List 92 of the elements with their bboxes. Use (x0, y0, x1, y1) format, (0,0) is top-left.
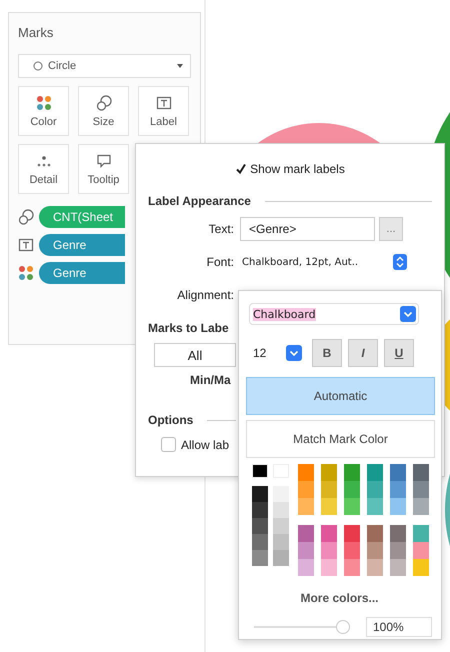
color-swatch[interactable] (344, 542, 360, 559)
check-icon (235, 163, 248, 175)
italic-button[interactable]: I (348, 339, 378, 367)
color-swatch[interactable] (367, 525, 383, 542)
more-colors-link[interactable]: More colors... (246, 591, 433, 605)
color-swatch[interactable] (321, 464, 337, 481)
section-heading: Options (148, 413, 194, 427)
circle-icon (33, 61, 43, 71)
tooltip-button[interactable]: Tooltip (78, 144, 129, 194)
color-swatch[interactable] (367, 559, 383, 576)
color-swatch[interactable] (413, 498, 429, 515)
field-label: Alignment: (176, 288, 234, 302)
color-swatch[interactable] (298, 481, 314, 498)
color-swatch[interactable] (273, 486, 289, 502)
color-swatch[interactable] (390, 498, 406, 515)
font-size-select[interactable]: 12 (246, 345, 302, 361)
four-dots-icon (18, 265, 34, 281)
underline-button[interactable]: U (384, 339, 414, 367)
color-swatch[interactable] (273, 518, 289, 534)
slider-thumb[interactable] (336, 620, 350, 634)
color-swatch[interactable] (273, 550, 289, 566)
section-heading: Label Appearance (148, 194, 251, 208)
checkbox-label: Allow lab (181, 438, 230, 452)
text-box-icon (156, 94, 172, 110)
opacity-field[interactable]: 100% (366, 617, 432, 637)
checkbox[interactable] (161, 437, 176, 452)
color-mode-option[interactable]: Match Mark Color (246, 420, 435, 458)
mark-type-dropdown[interactable]: Circle (18, 54, 191, 78)
color-swatch[interactable] (252, 486, 268, 502)
color-swatch[interactable] (252, 518, 268, 534)
font-select[interactable]: Chalkboard, 12pt, Aut.. (240, 251, 407, 273)
color-swatch[interactable] (298, 525, 314, 542)
checkbox-label: Show mark labels (250, 162, 345, 176)
speech-bubble-icon (96, 152, 112, 168)
mark-type-label: Circle (48, 60, 78, 72)
color-swatch[interactable] (321, 498, 337, 515)
field-label: Font: (206, 255, 234, 269)
color-swatch[interactable] (413, 481, 429, 498)
color-swatch[interactable] (413, 525, 429, 542)
color-mode-option[interactable]: Automatic (246, 377, 435, 415)
four-dots-icon (36, 94, 52, 110)
text-field[interactable]: <Genre> (240, 217, 375, 241)
marks-title: Marks (18, 25, 54, 40)
color-swatch[interactable] (413, 464, 429, 481)
color-swatch[interactable] (298, 559, 314, 576)
color-swatch[interactable] (252, 502, 268, 518)
color-swatch[interactable] (413, 559, 429, 576)
checkbox[interactable] (235, 163, 248, 175)
caret-icon (176, 63, 184, 69)
color-swatch[interactable] (367, 481, 383, 498)
color-swatch[interactable] (344, 498, 360, 515)
color-swatch[interactable] (390, 464, 406, 481)
detail-button[interactable]: Detail (18, 144, 69, 194)
text-box-icon (18, 237, 34, 253)
color-swatch[interactable] (390, 525, 406, 542)
color-swatch[interactable] (344, 481, 360, 498)
color-swatch[interactable] (413, 542, 429, 559)
color-swatch[interactable] (390, 481, 406, 498)
field-label: Text: (208, 222, 234, 236)
color-swatch[interactable] (321, 542, 337, 559)
all-option[interactable]: All (154, 343, 236, 367)
chevron-icon (286, 345, 302, 361)
overlapping-circles-icon (18, 209, 34, 225)
color-swatch[interactable] (390, 559, 406, 576)
more-button[interactable]: ... (379, 217, 403, 241)
color-swatch[interactable] (252, 464, 268, 478)
color-swatch[interactable] (321, 559, 337, 576)
bold-button[interactable]: B (312, 339, 342, 367)
color-swatch[interactable] (367, 542, 383, 559)
font-name-select[interactable]: Chalkboard (249, 303, 419, 325)
color-swatch[interactable] (298, 542, 314, 559)
size-button[interactable]: Size (78, 86, 129, 136)
color-swatch[interactable] (298, 464, 314, 481)
color-swatch[interactable] (390, 542, 406, 559)
color-swatch[interactable] (321, 481, 337, 498)
stepper-icon (393, 254, 407, 270)
color-swatch[interactable] (252, 550, 268, 566)
color-button[interactable]: Color (18, 86, 69, 136)
color-swatch[interactable] (298, 498, 314, 515)
color-swatch[interactable] (252, 534, 268, 550)
chevron-icon (400, 306, 416, 322)
section-heading: Marks to Labe (148, 321, 230, 335)
color-swatch[interactable] (367, 498, 383, 515)
color-swatch[interactable] (321, 525, 337, 542)
color-swatch[interactable] (367, 464, 383, 481)
color-swatch[interactable] (344, 464, 360, 481)
color-swatch[interactable] (344, 525, 360, 542)
overlapping-circles-icon (96, 94, 112, 110)
color-swatch[interactable] (273, 534, 289, 550)
color-swatch[interactable] (273, 502, 289, 518)
color-swatch[interactable] (344, 559, 360, 576)
label-button[interactable]: Label (138, 86, 189, 136)
